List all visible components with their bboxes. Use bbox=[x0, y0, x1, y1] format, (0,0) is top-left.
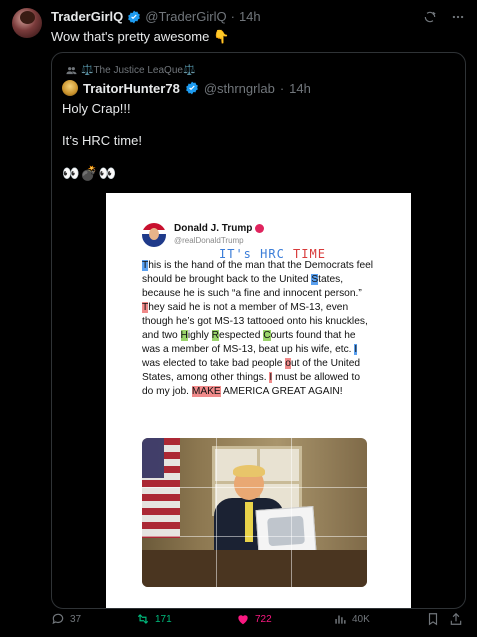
more-options-icon[interactable] bbox=[451, 10, 465, 24]
reply-icon bbox=[52, 613, 64, 625]
share-icon bbox=[450, 612, 462, 625]
views-button[interactable]: 40K bbox=[333, 612, 370, 626]
quoted-media-image[interactable]: Donald J. Trump @realDonaldTrump IT's HR… bbox=[106, 193, 411, 608]
quoted-post-time[interactable]: 14h bbox=[289, 81, 311, 96]
post-top-actions bbox=[423, 10, 465, 24]
repost-icon bbox=[137, 614, 149, 624]
repost-button[interactable]: 171 bbox=[136, 612, 172, 626]
community-name: ⚖️The Justice LeaQue⚖️ bbox=[81, 65, 196, 76]
reply-button[interactable]: 37 bbox=[51, 612, 81, 626]
author-avatar[interactable] bbox=[12, 8, 42, 38]
post-text: Wow that's pretty awesome 👇 bbox=[51, 29, 229, 45]
author-handle[interactable]: @TraderGirlQ bbox=[145, 9, 226, 24]
views-count: 40K bbox=[352, 613, 370, 625]
dot-separator: · bbox=[230, 9, 235, 24]
quoted-author-handle[interactable]: @sthrngrlab bbox=[204, 81, 275, 96]
photo-desk bbox=[142, 550, 367, 587]
post-time[interactable]: 14h bbox=[239, 9, 261, 24]
quoted-line-1: Holy Crap!!! bbox=[62, 101, 131, 116]
verified-badge-icon bbox=[185, 81, 198, 95]
community-label[interactable]: ⚖️The Justice LeaQue⚖️ bbox=[66, 65, 195, 76]
quoted-header: TraitorHunter78 @sthrngrlab · 14h bbox=[62, 80, 311, 96]
grok-icon[interactable] bbox=[423, 10, 437, 24]
embedded-badge-icon bbox=[255, 224, 265, 233]
quoted-author-name[interactable]: TraitorHunter78 bbox=[83, 81, 180, 96]
pointing-down-emoji: 👇 bbox=[212, 29, 230, 44]
like-button[interactable]: 722 bbox=[236, 612, 272, 626]
quoted-text: Holy Crap!!! It’s HRC time! 👀💣👀 bbox=[62, 101, 142, 197]
bookmark-icon bbox=[428, 613, 438, 626]
like-count: 722 bbox=[255, 613, 272, 625]
embedded-body-text: This is the hand of the man that the Dem… bbox=[142, 260, 374, 397]
quoted-post[interactable]: ⚖️The Justice LeaQue⚖️ TraitorHunter78 @… bbox=[51, 52, 466, 609]
bookmark-button[interactable] bbox=[426, 612, 440, 626]
post: TraderGirlQ @TraderGirlQ · 14h Wow that'… bbox=[0, 0, 477, 637]
verified-badge-icon bbox=[128, 10, 141, 23]
embedded-author-name: Donald J. Trump bbox=[174, 223, 265, 234]
dot-separator: · bbox=[279, 80, 285, 96]
reply-count: 37 bbox=[70, 613, 82, 625]
embedded-photo bbox=[142, 438, 367, 587]
repost-count: 171 bbox=[155, 613, 172, 625]
embedded-author-handle: @realDonaldTrump bbox=[174, 236, 244, 245]
quoted-emoji-line: 👀💣👀 bbox=[62, 165, 118, 181]
views-chart-icon bbox=[335, 615, 346, 624]
embedded-avatar bbox=[142, 223, 166, 247]
quoted-author-avatar[interactable] bbox=[62, 80, 78, 96]
action-bar: 37 171 722 40K bbox=[51, 612, 466, 628]
post-body: Wow that's pretty awesome bbox=[51, 29, 210, 44]
quoted-line-2: It’s HRC time! bbox=[62, 133, 142, 148]
post-header: TraderGirlQ @TraderGirlQ · 14h bbox=[51, 9, 261, 24]
author-name[interactable]: TraderGirlQ bbox=[51, 9, 123, 24]
community-icon bbox=[66, 67, 77, 75]
heart-icon bbox=[238, 615, 248, 625]
share-button[interactable] bbox=[449, 612, 463, 626]
photo-held-sign bbox=[255, 506, 317, 556]
